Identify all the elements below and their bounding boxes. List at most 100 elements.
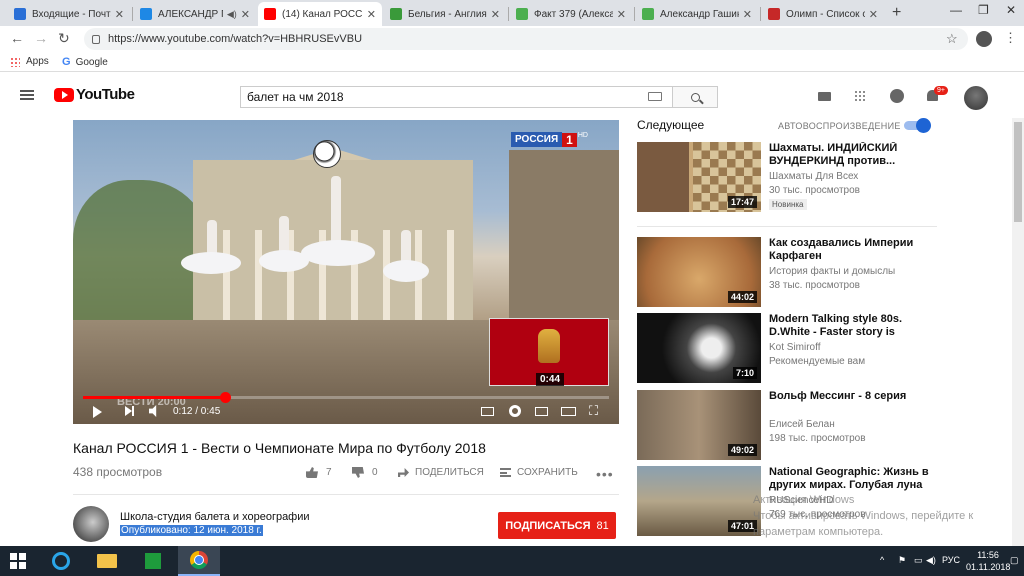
apps-grid-icon[interactable] bbox=[854, 90, 866, 102]
taskbar-ie[interactable] bbox=[40, 546, 82, 576]
volume-icon[interactable]: ◀) bbox=[926, 555, 936, 566]
create-video-icon[interactable] bbox=[818, 92, 831, 101]
dislike-count: 0 bbox=[372, 467, 378, 478]
windows-start-icon[interactable] bbox=[10, 553, 26, 569]
video-title[interactable]: Modern Talking style 80s. D.White - Fast… bbox=[769, 313, 937, 339]
close-tab-icon[interactable]: ✕ bbox=[869, 8, 878, 21]
browser-tab-fact[interactable]: Факт 379 (Алексан ✕ bbox=[510, 2, 632, 26]
channel-avatar[interactable] bbox=[73, 506, 109, 542]
browser-tab-youtube[interactable]: (14) Канал РОССИЯ ✕ bbox=[258, 2, 382, 26]
video-views: Рекомендуемые вам bbox=[769, 356, 866, 367]
olimp-favicon-icon bbox=[768, 8, 780, 20]
browser-menu-icon[interactable]: ⋮ bbox=[1004, 30, 1017, 46]
share-button[interactable]: ПОДЕЛИТЬСЯ bbox=[398, 467, 484, 478]
bookmark-star-icon[interactable]: ☆ bbox=[946, 31, 958, 47]
tab-title: (14) Канал РОССИЯ bbox=[282, 8, 363, 20]
keyboard-icon[interactable] bbox=[648, 92, 662, 101]
close-tab-icon[interactable]: ✕ bbox=[491, 8, 500, 21]
endcard-video-thumbnail[interactable]: 0:44 bbox=[489, 318, 609, 386]
browser-profile-avatar[interactable] bbox=[976, 31, 992, 47]
tray-arrow-icon[interactable]: ^ bbox=[880, 555, 884, 565]
dislike-button[interactable]: 0 bbox=[352, 467, 378, 478]
progress-bar[interactable] bbox=[83, 392, 609, 403]
close-tab-icon[interactable]: ✕ bbox=[367, 8, 376, 21]
video-title[interactable]: National Geographic: Жизнь в других мира… bbox=[769, 466, 937, 492]
clock-date: 01.11.2018 bbox=[966, 562, 1011, 572]
theater-mode-icon[interactable] bbox=[561, 407, 576, 416]
taskbar-clock[interactable]: 11:56 01.11.2018 bbox=[966, 549, 1010, 573]
search-input[interactable]: балет на чм 2018 bbox=[240, 86, 672, 108]
recommended-video[interactable]: 17:47 Шахматы. ИНДИЙСКИЙ ВУНДЕРКИНД прот… bbox=[637, 142, 937, 214]
recommended-video[interactable]: 49:02 Вольф Мессинг - 8 серия Елисей Бел… bbox=[637, 390, 937, 462]
subtitles-icon[interactable] bbox=[481, 407, 494, 416]
notifications-icon[interactable]: ▢ bbox=[1010, 555, 1019, 566]
taskbar-explorer[interactable] bbox=[86, 546, 128, 576]
forward-arrow-icon[interactable]: → bbox=[34, 30, 48, 46]
subscribe-button[interactable]: ПОДПИСАТЬСЯ 81 bbox=[498, 512, 616, 539]
channel-name[interactable]: Школа-студия балета и хореографии bbox=[120, 511, 310, 523]
settings-gear-icon[interactable] bbox=[509, 405, 521, 417]
scrollbar-thumb[interactable] bbox=[1014, 122, 1022, 222]
muted-volume-icon[interactable] bbox=[149, 405, 157, 417]
like-button[interactable]: 7 bbox=[306, 467, 332, 478]
miniplayer-icon[interactable] bbox=[535, 407, 548, 416]
close-tab-icon[interactable]: ✕ bbox=[743, 8, 752, 21]
video-channel: Шахматы Для Всех bbox=[769, 171, 859, 182]
browser-tab-belgium[interactable]: Бельгия - Англия 2 ✕ bbox=[384, 2, 506, 26]
browser-tab-olimp[interactable]: Олимп - Список с ✕ bbox=[762, 2, 884, 26]
flag-icon[interactable]: ⚑ bbox=[898, 555, 906, 566]
video-title[interactable]: Шахматы. ИНДИЙСКИЙ ВУНДЕРКИНД против... bbox=[769, 142, 937, 168]
internet-explorer-icon bbox=[52, 552, 70, 570]
browser-tab-alexander[interactable]: АЛЕКСАНДР Г ◀) ✕ bbox=[134, 2, 256, 26]
speaker-icon[interactable]: ◀) bbox=[227, 9, 237, 20]
messages-icon[interactable] bbox=[890, 89, 904, 103]
video-thumbnail[interactable]: 44:02 bbox=[637, 237, 761, 307]
fullscreen-icon[interactable]: ⛶ bbox=[589, 403, 598, 419]
video-title[interactable]: Как создавались Империи Карфаген bbox=[769, 237, 937, 263]
mail-favicon-icon bbox=[14, 8, 26, 20]
video-thumbnail[interactable]: 17:47 bbox=[637, 142, 761, 212]
close-window-icon[interactable]: ✕ bbox=[1006, 3, 1016, 17]
time-display: 0:12 / 0:45 bbox=[173, 406, 221, 417]
video-player[interactable]: РОССИЯ 1 HD 0:44 ВЕСТИ 20:00 0:12 / 0:45… bbox=[73, 120, 619, 424]
thumbs-up-icon bbox=[306, 467, 318, 478]
playlist-add-icon bbox=[500, 468, 511, 477]
page-scrollbar[interactable] bbox=[1012, 118, 1024, 546]
maximize-icon[interactable]: ❐ bbox=[978, 3, 989, 17]
bookmark-label: Google bbox=[75, 56, 108, 68]
new-tab-plus-icon[interactable]: + bbox=[892, 4, 901, 22]
next-video-icon[interactable] bbox=[125, 406, 134, 416]
autoplay-toggle[interactable] bbox=[904, 118, 932, 133]
address-bar[interactable]: https://www.youtube.com/watch?v=HBHRUSEv… bbox=[84, 28, 968, 50]
youtube-header: YouTube балет на чм 2018 bbox=[0, 72, 1024, 118]
video-thumbnail[interactable]: 47:01 bbox=[637, 466, 761, 536]
save-button[interactable]: СОХРАНИТЬ bbox=[500, 467, 578, 478]
close-tab-icon[interactable]: ✕ bbox=[617, 8, 626, 21]
taskbar-store[interactable] bbox=[132, 546, 174, 576]
video-title[interactable]: Вольф Мессинг - 8 серия bbox=[769, 390, 937, 403]
language-indicator[interactable]: РУС bbox=[942, 555, 960, 565]
sheet-favicon-icon bbox=[516, 8, 528, 20]
more-actions-icon[interactable]: ••• bbox=[596, 466, 614, 482]
search-button[interactable] bbox=[672, 86, 718, 108]
youtube-logo[interactable]: YouTube bbox=[54, 86, 135, 103]
network-icon[interactable]: ▭ bbox=[914, 555, 923, 566]
video-thumbnail[interactable]: 49:02 bbox=[637, 390, 761, 460]
user-avatar[interactable] bbox=[964, 86, 988, 110]
reload-icon[interactable]: ↻ bbox=[58, 30, 70, 47]
back-arrow-icon[interactable]: ← bbox=[10, 30, 24, 46]
hamburger-menu-icon[interactable] bbox=[20, 90, 34, 100]
browser-tab-gashin[interactable]: Александр Гашин ✕ bbox=[636, 2, 758, 26]
recommended-video[interactable]: 7:10 Modern Talking style 80s. D.White -… bbox=[637, 313, 937, 385]
minimize-icon[interactable]: — bbox=[950, 3, 962, 17]
publish-date: Опубликовано: 12 июн. 2018 г. bbox=[120, 525, 263, 536]
recommended-video[interactable]: 44:02 Как создавались Империи Карфаген И… bbox=[637, 237, 937, 309]
browser-tab-mail[interactable]: Входящие - Почта ✕ bbox=[8, 2, 130, 26]
close-tab-icon[interactable]: ✕ bbox=[115, 8, 124, 21]
bookmark-apps[interactable]: Apps bbox=[10, 56, 49, 67]
video-thumbnail[interactable]: 7:10 bbox=[637, 313, 761, 383]
play-icon[interactable] bbox=[93, 406, 102, 418]
bookmark-google[interactable]: G Google bbox=[62, 56, 108, 68]
taskbar-chrome[interactable] bbox=[178, 546, 220, 576]
close-tab-icon[interactable]: ✕ bbox=[241, 8, 250, 21]
